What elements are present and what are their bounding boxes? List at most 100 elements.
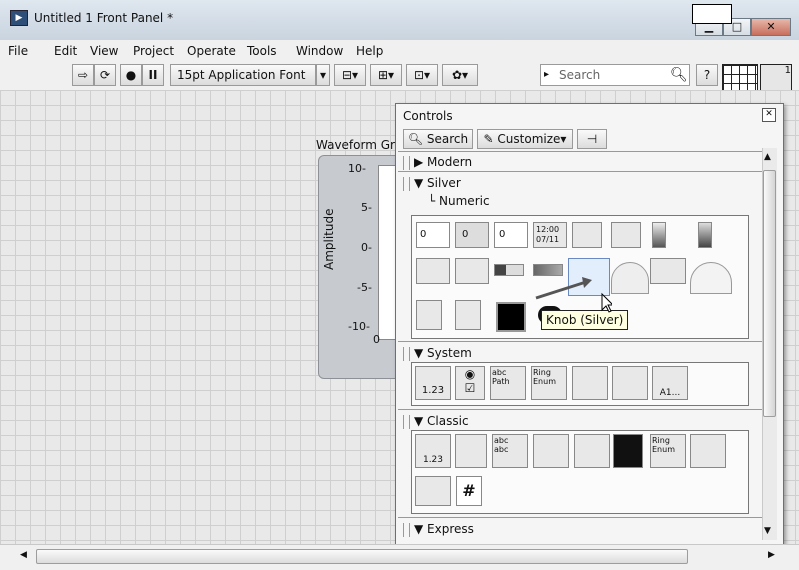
chevron-down-icon[interactable]: ▾: [316, 64, 330, 86]
x-tick: 0: [373, 333, 380, 346]
pause-icon[interactable]: II: [142, 64, 164, 86]
divider: [398, 341, 762, 342]
font-select[interactable]: 15pt Application Font: [170, 64, 316, 86]
menu-edit[interactable]: Edit: [54, 44, 77, 58]
scroll-right-icon[interactable]: ▶: [768, 550, 775, 560]
abort-icon[interactable]: ●: [120, 64, 142, 86]
y-tick: -10-: [348, 320, 370, 333]
help-button[interactable]: ?: [696, 64, 718, 86]
slider-icon[interactable]: [572, 222, 602, 248]
pin-icon[interactable]: ⊣: [577, 129, 607, 149]
grip-icon: [403, 176, 410, 191]
menu-operate[interactable]: Operate: [187, 44, 236, 58]
reorder-icon[interactable]: ✿▾: [442, 64, 478, 86]
hash-icon[interactable]: #: [456, 476, 482, 506]
numeric-indicator-icon[interactable]: 0: [455, 222, 489, 248]
close-palette-icon[interactable]: ✕: [762, 108, 776, 122]
subsection-numeric[interactable]: └ Numeric: [428, 194, 490, 208]
menu-window[interactable]: Window: [296, 44, 343, 58]
distribute-icon[interactable]: ⊞▾: [370, 64, 402, 86]
classic-numeric-icon[interactable]: 1.23: [415, 434, 451, 468]
labview-icon: ▶: [10, 10, 28, 26]
search-icon[interactable]: 🔍︎: [670, 67, 688, 83]
section-classic[interactable]: ▼ Classic: [403, 412, 469, 430]
system-table-icon[interactable]: A1...: [652, 366, 688, 400]
run-arrow-icon[interactable]: ⇨: [72, 64, 94, 86]
collapse-icon: ▼: [414, 522, 428, 536]
system-ring-icon[interactable]: Ring Enum: [531, 366, 567, 400]
system-numeric-icon[interactable]: 1.23: [415, 366, 451, 400]
window-title: Untitled 1 Front Panel *: [34, 11, 174, 25]
y-tick: 0-: [361, 241, 372, 254]
palette-scroll-thumb[interactable]: [763, 170, 776, 417]
pointer-arrow: [535, 277, 612, 313]
system-string-icon[interactable]: abc Path: [490, 366, 526, 400]
classic-io-icon[interactable]: [415, 476, 451, 506]
gauge-icon[interactable]: [650, 258, 686, 284]
y-tick: 5-: [361, 201, 372, 214]
horizontal-pointer-slide-icon[interactable]: [455, 258, 489, 284]
progress-bar-icon[interactable]: [494, 264, 524, 276]
section-silver[interactable]: ▼ Silver: [403, 174, 461, 192]
slider-pointer-icon[interactable]: [611, 222, 641, 248]
menu-help[interactable]: Help: [356, 44, 383, 58]
menu-file[interactable]: File: [8, 44, 28, 58]
section-modern[interactable]: ▶ Modern: [403, 153, 472, 171]
run-continuous-icon[interactable]: ⟳: [94, 64, 116, 86]
numeric-control-icon[interactable]: 0: [416, 222, 450, 248]
y-axis-label: Amplitude: [322, 208, 336, 271]
grip-icon: [403, 522, 410, 537]
section-express[interactable]: ▼ Express: [403, 520, 474, 538]
system-checkbox-icon[interactable]: ◉ ☑: [455, 366, 485, 400]
wrench-icon: ✎: [483, 132, 498, 146]
color-box-icon[interactable]: [496, 302, 526, 332]
menu-tools[interactable]: Tools: [247, 44, 277, 58]
search-input[interactable]: Search: [540, 64, 690, 86]
collapse-icon: ▼: [414, 346, 428, 360]
numeric-flat-icon[interactable]: 0: [494, 222, 528, 248]
customize-button[interactable]: ✎ Customize▾: [477, 129, 573, 149]
classic-boolean-icon[interactable]: [455, 434, 487, 468]
section-system[interactable]: ▼ System: [403, 344, 472, 362]
horizontal-fill-slide-icon[interactable]: [416, 258, 450, 284]
y-tick: 10-: [348, 162, 366, 175]
palette-title: Controls: [403, 109, 453, 123]
system-container-icon[interactable]: [572, 366, 608, 400]
menu-view[interactable]: View: [90, 44, 118, 58]
grip-icon: [403, 346, 410, 361]
search-icon: 🔍︎: [407, 132, 427, 146]
resize-icon[interactable]: ⊡▾: [406, 64, 438, 86]
overlay-tab-icon: [692, 4, 732, 24]
vertical-fill-slide-icon[interactable]: [416, 300, 442, 330]
scroll-up-icon[interactable]: ▲: [764, 152, 771, 162]
y-tick: -5-: [357, 281, 372, 294]
classic-list-icon[interactable]: [574, 434, 610, 468]
expand-icon: ▶: [414, 155, 428, 169]
dial-icon[interactable]: [611, 262, 649, 294]
classic-string-icon[interactable]: abc abc: [492, 434, 528, 468]
system-tree-icon[interactable]: [612, 366, 648, 400]
graph-title: Waveform Gra: [316, 138, 403, 152]
close-icon[interactable]: ✕: [751, 18, 791, 36]
vertical-pointer-slide-icon[interactable]: [455, 300, 481, 330]
divider: [398, 409, 762, 410]
scroll-left-icon[interactable]: ◀: [20, 550, 27, 560]
align-icon[interactable]: ⊟▾: [334, 64, 366, 86]
menu-project[interactable]: Project: [133, 44, 174, 58]
grip-icon: [403, 414, 410, 429]
scroll-down-icon[interactable]: ▼: [764, 526, 771, 536]
classic-graph-icon[interactable]: [613, 434, 643, 468]
palette-search-button[interactable]: 🔍︎ Search: [403, 129, 473, 149]
tank-icon[interactable]: [652, 222, 666, 248]
classic-ring-icon[interactable]: Ring Enum: [650, 434, 686, 468]
thermometer-icon[interactable]: [698, 222, 712, 248]
time-stamp-icon[interactable]: 12:00 07/11: [533, 222, 567, 248]
divider: [398, 517, 762, 518]
classic-container-icon[interactable]: [690, 434, 726, 468]
grip-icon: [403, 155, 410, 170]
divider: [398, 171, 762, 172]
menu-bar: [0, 40, 799, 62]
collapse-icon: ▼: [414, 414, 428, 428]
horizontal-scroll-thumb[interactable]: [36, 549, 688, 564]
classic-array-icon[interactable]: [533, 434, 569, 468]
